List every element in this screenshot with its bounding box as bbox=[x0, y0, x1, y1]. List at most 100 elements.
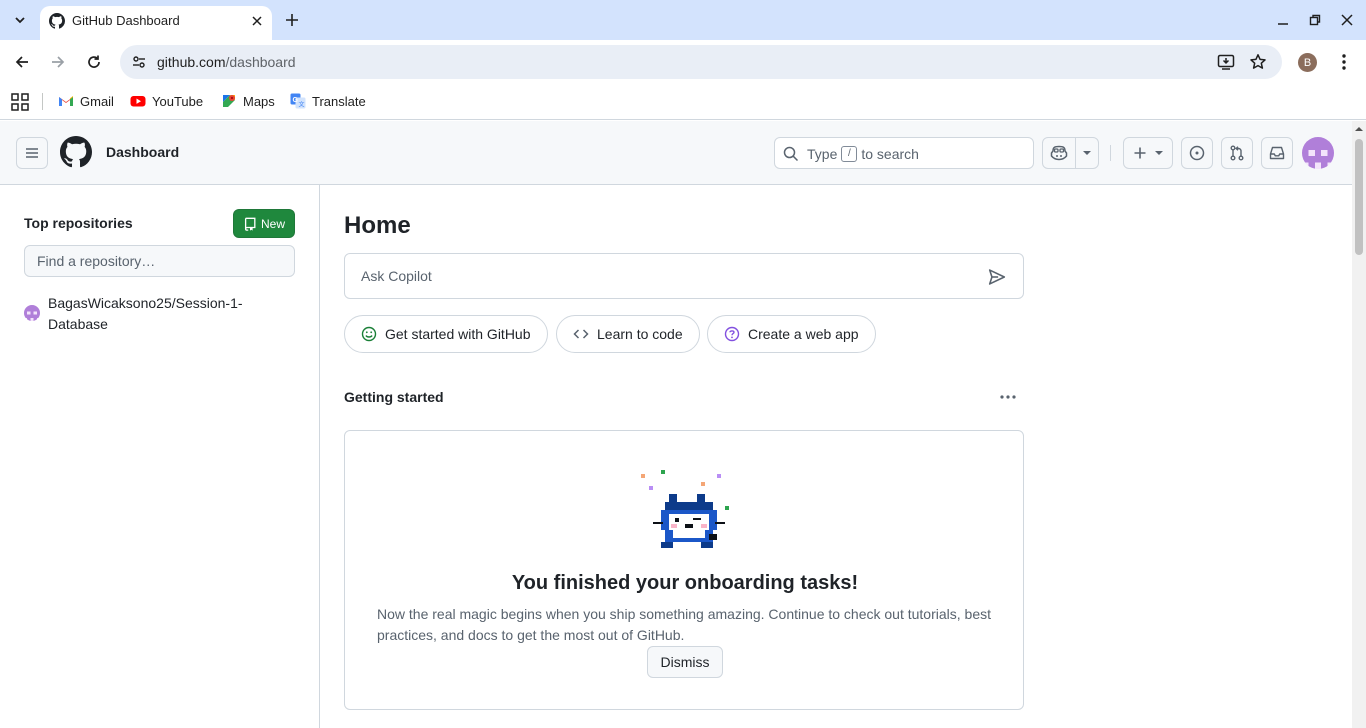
search-shortcut-key: / bbox=[841, 146, 858, 162]
bookmark-label: YouTube bbox=[152, 93, 204, 109]
back-button[interactable] bbox=[8, 48, 36, 76]
issue-opened-icon bbox=[1189, 145, 1205, 161]
copilot-menu-button[interactable] bbox=[1075, 137, 1099, 169]
chevron-down-icon bbox=[15, 17, 25, 24]
browser-menu-button[interactable] bbox=[1332, 50, 1356, 74]
scrollbar-thumb[interactable] bbox=[1355, 139, 1363, 255]
chip-label: Get started with GitHub bbox=[385, 326, 531, 342]
smiley-icon bbox=[361, 326, 377, 342]
find-repository-input[interactable] bbox=[24, 245, 295, 277]
github-header: Dashboard Type / to search bbox=[0, 121, 1352, 185]
github-favicon-icon bbox=[49, 13, 65, 29]
close-icon bbox=[1341, 14, 1353, 26]
page-scrollbar[interactable] bbox=[1352, 121, 1366, 728]
notifications-inbox-button[interactable] bbox=[1261, 137, 1293, 169]
search-icon bbox=[783, 146, 799, 162]
top-repositories-heading: Top repositories bbox=[24, 215, 133, 231]
minimize-button[interactable] bbox=[1272, 9, 1294, 31]
tab-close-button[interactable] bbox=[247, 11, 267, 31]
copilot-icon bbox=[1050, 145, 1068, 161]
new-button-label: New bbox=[260, 216, 285, 231]
site-info-button[interactable] bbox=[126, 49, 152, 75]
plus-icon bbox=[1134, 147, 1146, 159]
question-icon bbox=[724, 326, 740, 342]
apps-grid-icon[interactable] bbox=[10, 92, 30, 112]
tune-icon bbox=[133, 56, 145, 68]
bookmark-star-button[interactable] bbox=[1246, 50, 1270, 74]
star-icon bbox=[1250, 54, 1266, 69]
getting-started-heading: Getting started bbox=[344, 389, 444, 405]
onboarding-title: You finished your onboarding tasks! bbox=[511, 572, 859, 594]
dashboard-sidebar: Top repositories New BagasWicaksono25/Se… bbox=[0, 185, 320, 728]
youtube-icon bbox=[130, 96, 146, 107]
address-bar[interactable]: github.com/dashboard bbox=[120, 45, 1282, 79]
plus-icon bbox=[286, 14, 298, 26]
search-placeholder-prefix: Type bbox=[807, 146, 838, 162]
bookmark-label: Maps bbox=[243, 93, 275, 109]
pull-requests-button[interactable] bbox=[1221, 137, 1253, 169]
profile-avatar-button[interactable]: B bbox=[1298, 53, 1317, 72]
new-repository-button[interactable]: New bbox=[233, 209, 295, 238]
suggestion-get-started[interactable]: Get started with GitHub bbox=[344, 315, 548, 353]
bookmark-translate[interactable]: G文 Translate bbox=[290, 90, 366, 112]
restore-button[interactable] bbox=[1304, 9, 1326, 31]
copilot-placeholder: Ask Copilot bbox=[361, 268, 432, 284]
user-avatar-button[interactable] bbox=[1302, 137, 1334, 169]
hamburger-icon bbox=[26, 148, 38, 158]
chip-label: Learn to code bbox=[597, 326, 683, 342]
open-global-nav-button[interactable] bbox=[16, 137, 48, 169]
arrow-right-icon bbox=[52, 56, 65, 68]
global-search-input[interactable]: Type / to search bbox=[774, 137, 1034, 169]
scroll-up-arrow-icon[interactable] bbox=[1355, 125, 1363, 133]
search-placeholder-suffix: to search bbox=[861, 146, 919, 162]
getting-started-options-button[interactable] bbox=[994, 386, 1022, 408]
url-host: github.com bbox=[157, 54, 226, 70]
bookmarks-separator bbox=[42, 93, 43, 110]
restore-icon bbox=[1309, 14, 1321, 26]
close-window-button[interactable] bbox=[1336, 9, 1358, 31]
github-logo-icon[interactable] bbox=[60, 136, 92, 168]
dismiss-button[interactable]: Dismiss bbox=[647, 646, 723, 678]
identicon-avatar-icon bbox=[24, 305, 40, 321]
minimize-icon bbox=[1278, 23, 1288, 25]
bookmark-gmail[interactable]: Gmail bbox=[58, 90, 114, 112]
ask-copilot-input[interactable]: Ask Copilot bbox=[344, 253, 1024, 299]
bookmark-maps[interactable]: Maps bbox=[221, 90, 275, 112]
issues-button[interactable] bbox=[1181, 137, 1213, 169]
onboarding-complete-card: You finished your onboarding tasks! Now … bbox=[344, 430, 1024, 710]
close-icon bbox=[252, 16, 262, 26]
code-icon bbox=[573, 329, 589, 339]
onboarding-description: Now the real magic begins when you ship … bbox=[377, 606, 992, 643]
maps-icon bbox=[223, 95, 235, 107]
copilot-button[interactable] bbox=[1042, 137, 1076, 169]
suggestion-learn-to-code[interactable]: Learn to code bbox=[556, 315, 700, 353]
tab-search-button[interactable] bbox=[6, 7, 34, 33]
bookmark-youtube[interactable]: YouTube bbox=[130, 90, 203, 112]
bookmark-label: Translate bbox=[312, 93, 366, 109]
translate-icon: G文 bbox=[290, 93, 306, 109]
git-pull-request-icon bbox=[1230, 145, 1244, 161]
gmail-icon bbox=[59, 96, 73, 106]
repository-link[interactable]: BagasWicaksono25/Session-1-Database bbox=[48, 293, 268, 335]
inbox-icon bbox=[1269, 146, 1285, 160]
url-text[interactable]: github.com/dashboard bbox=[157, 54, 296, 70]
svg-text:文: 文 bbox=[299, 101, 305, 109]
create-new-button[interactable] bbox=[1123, 137, 1173, 169]
reload-button[interactable] bbox=[80, 48, 108, 76]
page-context-title[interactable]: Dashboard bbox=[106, 144, 179, 160]
identicon-avatar-icon bbox=[1302, 137, 1334, 169]
tab-title: GitHub Dashboard bbox=[72, 13, 180, 28]
send-icon[interactable] bbox=[988, 268, 1006, 286]
install-app-button[interactable] bbox=[1214, 50, 1238, 74]
forward-button[interactable] bbox=[44, 48, 72, 76]
url-path: /dashboard bbox=[225, 54, 296, 70]
triangle-down-icon bbox=[1083, 151, 1091, 155]
suggestion-create-web-app[interactable]: Create a web app bbox=[707, 315, 876, 353]
repo-icon bbox=[244, 217, 256, 231]
browser-tab-strip: GitHub Dashboard bbox=[0, 0, 1366, 40]
browser-tab-active[interactable]: GitHub Dashboard bbox=[40, 6, 272, 40]
new-tab-button[interactable] bbox=[280, 8, 304, 32]
page-title: Home bbox=[344, 212, 411, 239]
mona-celebration-icon bbox=[641, 470, 729, 548]
reload-icon bbox=[88, 55, 100, 68]
